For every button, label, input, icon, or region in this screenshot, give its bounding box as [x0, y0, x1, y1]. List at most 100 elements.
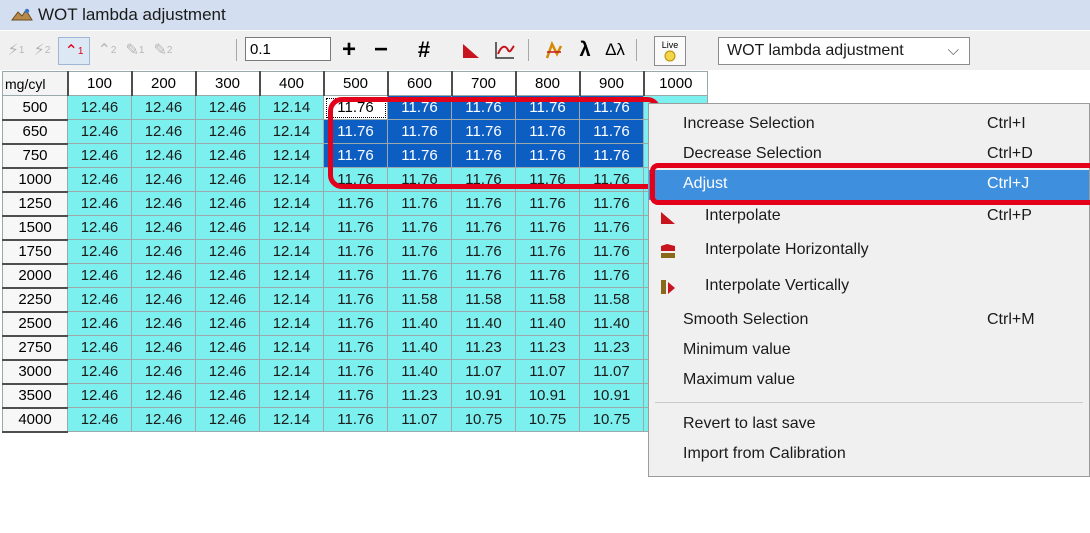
table-cell[interactable]: 11.23	[387, 383, 452, 408]
table-cell[interactable]: 12.46	[195, 383, 260, 408]
table-cell[interactable]: 12.46	[67, 383, 132, 408]
row-header[interactable]: 1000	[2, 167, 68, 193]
row-header[interactable]: 2500	[2, 311, 68, 337]
column-header[interactable]: 900	[578, 71, 644, 96]
table-cell[interactable]: 12.46	[131, 215, 196, 240]
table-cell[interactable]: 11.58	[451, 287, 516, 312]
table-cell[interactable]: 12.46	[131, 263, 196, 288]
table-cell[interactable]: 11.40	[387, 311, 452, 336]
table-cell[interactable]: 11.23	[451, 335, 516, 360]
table-cell[interactable]: 11.76	[387, 191, 452, 216]
table-cell[interactable]: 12.46	[67, 167, 132, 192]
wrench-1-icon[interactable]: ✎ 1	[124, 37, 146, 63]
table-cell[interactable]: 12.46	[195, 239, 260, 264]
plus-button[interactable]: +	[338, 36, 360, 63]
table-cell[interactable]: 12.46	[131, 119, 196, 144]
table-cell[interactable]: 11.76	[323, 359, 388, 384]
column-header[interactable]: 100	[66, 71, 132, 96]
table-cell[interactable]: 12.14	[259, 359, 324, 384]
column-header[interactable]: 300	[194, 71, 260, 96]
table-cell[interactable]: 10.75	[515, 407, 580, 432]
table-cell[interactable]: 11.76	[515, 191, 580, 216]
table-cell[interactable]: 12.14	[259, 311, 324, 336]
table-cell[interactable]: 11.76	[323, 191, 388, 216]
table-cell[interactable]: 12.46	[67, 191, 132, 216]
table-cell[interactable]: 11.76	[515, 263, 580, 288]
lambda-button[interactable]: λ	[574, 37, 596, 63]
column-header[interactable]: 600	[386, 71, 452, 96]
table-cell[interactable]: 11.76	[323, 263, 388, 288]
table-cell[interactable]: 12.46	[195, 95, 260, 120]
table-cell[interactable]: 12.46	[131, 287, 196, 312]
row-header[interactable]: 1750	[2, 239, 68, 265]
table-cell[interactable]: 11.76	[323, 383, 388, 408]
table-cell[interactable]: 10.91	[451, 383, 516, 408]
table-cell[interactable]: 11.40	[451, 311, 516, 336]
table-cell[interactable]: 11.76	[579, 263, 644, 288]
step-input[interactable]	[245, 37, 331, 61]
table-cell[interactable]: 12.46	[131, 239, 196, 264]
flash-2-icon[interactable]: ⚡ 2	[32, 37, 52, 63]
interpolate-icon[interactable]	[458, 37, 484, 63]
table-cell[interactable]: 11.76	[515, 239, 580, 264]
row-header[interactable]: 1500	[2, 215, 68, 241]
menu-item-minimum-value[interactable]: Minimum value	[649, 336, 1089, 366]
hash-button[interactable]: #	[410, 37, 438, 63]
row-header[interactable]: 2000	[2, 263, 68, 289]
table-cell[interactable]: 11.76	[451, 239, 516, 264]
table-cell[interactable]: 12.46	[195, 335, 260, 360]
table-cell[interactable]: 10.91	[579, 383, 644, 408]
table-cell[interactable]: 12.46	[67, 311, 132, 336]
table-cell[interactable]: 12.46	[131, 359, 196, 384]
row-header[interactable]: 4000	[2, 407, 68, 433]
table-cell[interactable]: 12.46	[67, 359, 132, 384]
live-button[interactable]: Live	[654, 36, 686, 66]
table-cell[interactable]: 12.46	[67, 143, 132, 168]
row-header[interactable]: 3500	[2, 383, 68, 409]
table-cell[interactable]: 12.14	[259, 407, 324, 432]
flash-1-icon[interactable]: ⚡ 1	[6, 37, 26, 63]
table-cell[interactable]: 11.07	[515, 359, 580, 384]
column-header[interactable]: 500	[322, 71, 388, 96]
table-cell[interactable]: 12.14	[259, 383, 324, 408]
table-cell[interactable]: 11.76	[323, 311, 388, 336]
table-cell[interactable]: 12.14	[259, 143, 324, 168]
row-header[interactable]: 750	[2, 143, 68, 169]
table-cell[interactable]: 11.76	[323, 287, 388, 312]
table-cell[interactable]: 11.76	[451, 263, 516, 288]
table-cell[interactable]: 10.75	[579, 407, 644, 432]
table-cell[interactable]: 12.46	[195, 407, 260, 432]
table-cell[interactable]: 12.46	[195, 287, 260, 312]
table-cell[interactable]: 12.14	[259, 239, 324, 264]
row-header[interactable]: 3000	[2, 359, 68, 385]
table-cell[interactable]: 12.46	[195, 263, 260, 288]
smooth-icon[interactable]	[540, 37, 568, 63]
table-cell[interactable]: 12.46	[67, 215, 132, 240]
table-cell[interactable]: 12.46	[67, 239, 132, 264]
table-cell[interactable]: 11.76	[323, 335, 388, 360]
column-header[interactable]: 1000	[642, 71, 708, 96]
table-cell[interactable]: 12.46	[67, 119, 132, 144]
table-cell[interactable]: 11.76	[579, 215, 644, 240]
table-cell[interactable]: 12.46	[67, 95, 132, 120]
table-cell[interactable]: 12.46	[131, 335, 196, 360]
table-cell[interactable]: 12.14	[259, 167, 324, 192]
table-cell[interactable]: 11.76	[387, 263, 452, 288]
table-cell[interactable]: 11.07	[579, 359, 644, 384]
table-cell[interactable]: 11.58	[579, 287, 644, 312]
table-cell[interactable]: 12.14	[259, 95, 324, 120]
row-header[interactable]: 2750	[2, 335, 68, 361]
table-cell[interactable]: 12.14	[259, 215, 324, 240]
table-cell[interactable]: 11.07	[387, 407, 452, 432]
row-header[interactable]: 500	[2, 95, 68, 121]
table-cell[interactable]: 11.76	[387, 239, 452, 264]
table-cell[interactable]: 11.23	[515, 335, 580, 360]
menu-item-interpolate-vertically[interactable]: Interpolate Vertically	[649, 272, 1089, 302]
table-cell[interactable]: 11.76	[451, 215, 516, 240]
table-cell[interactable]: 12.14	[259, 191, 324, 216]
table-cell[interactable]: 12.46	[131, 143, 196, 168]
column-header[interactable]: 800	[514, 71, 580, 96]
table-cell[interactable]: 11.07	[451, 359, 516, 384]
table-cell[interactable]: 11.76	[515, 215, 580, 240]
table-cell[interactable]: 12.46	[131, 407, 196, 432]
